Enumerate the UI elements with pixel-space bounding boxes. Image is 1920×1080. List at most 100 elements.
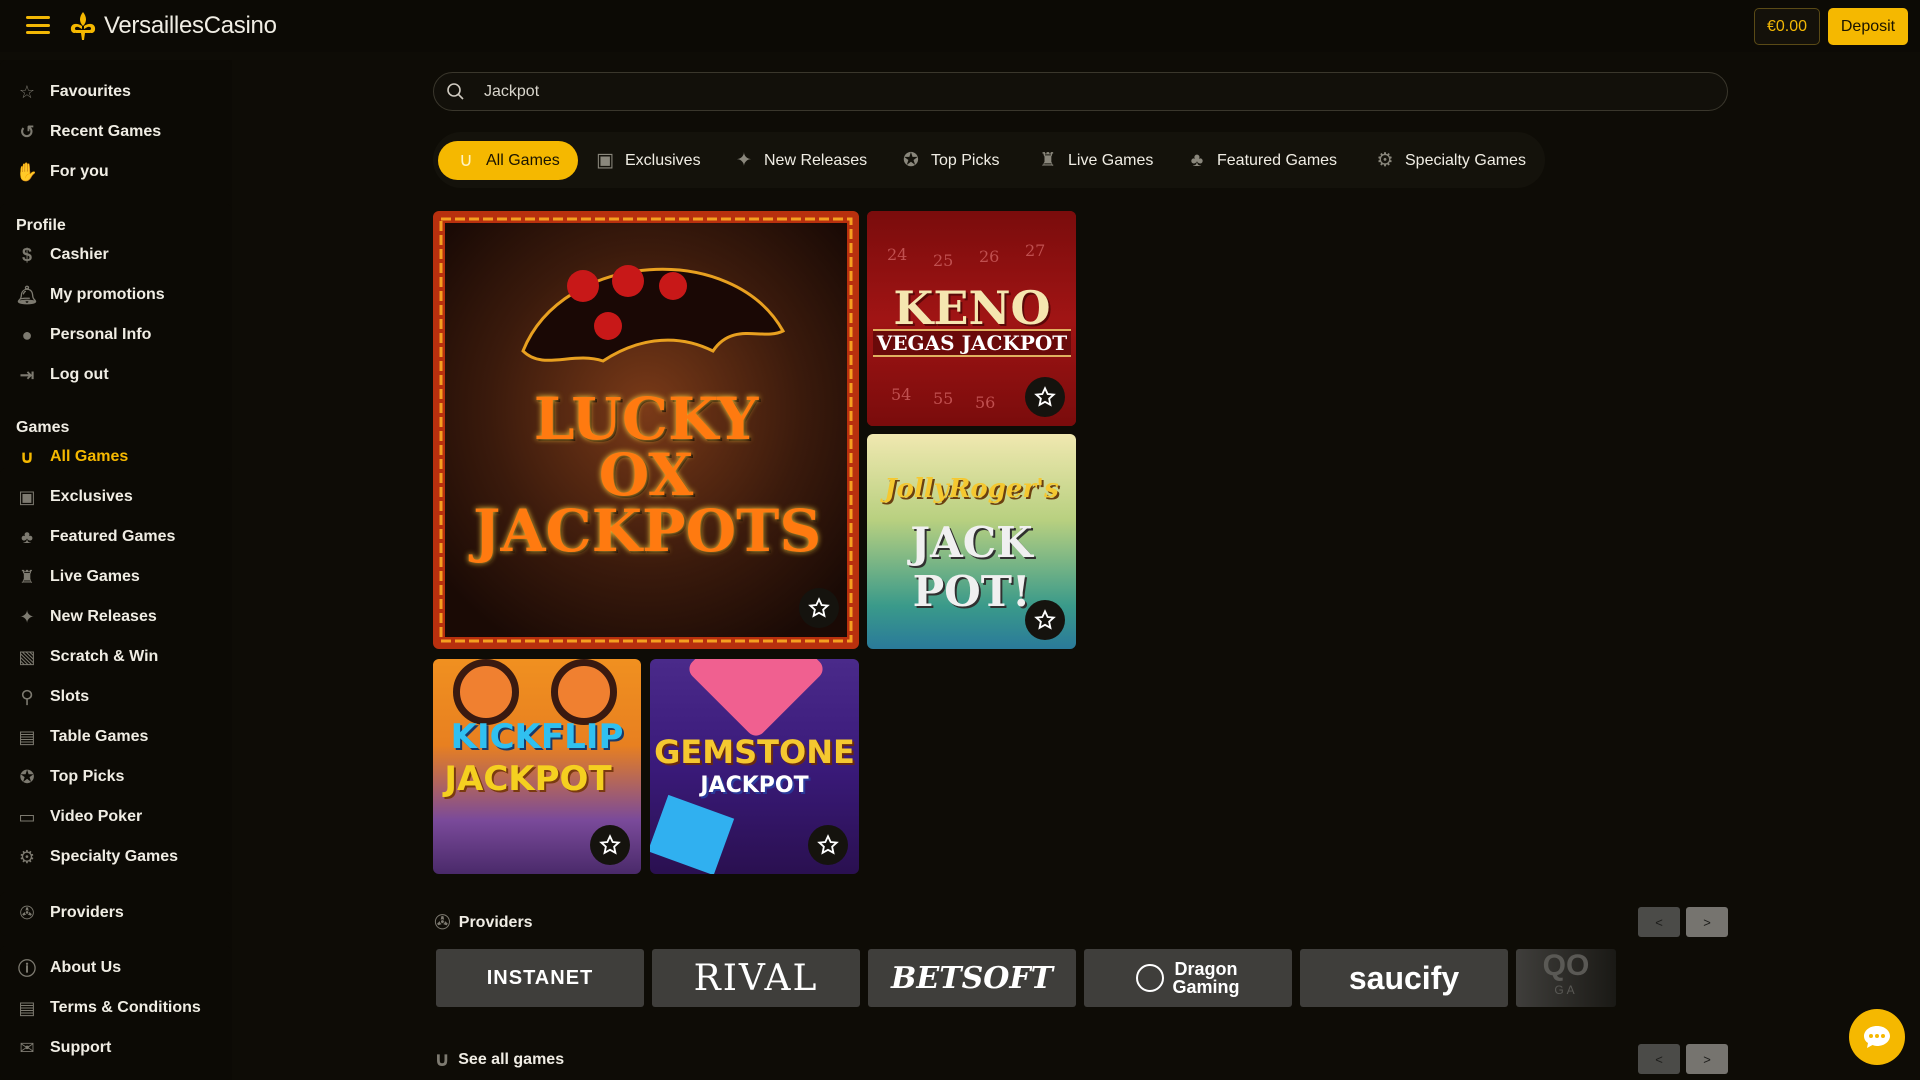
balance-display[interactable]: €0.00	[1754, 8, 1820, 45]
award-icon: ✪	[19, 766, 35, 787]
sidebar-item-label: Featured Games	[50, 528, 176, 545]
sidebar-item-live-games[interactable]: ♜ Live Games	[16, 557, 140, 597]
search-bar[interactable]: Jackpot	[433, 72, 1728, 111]
game-title-art: JollyRoger's	[884, 474, 1059, 504]
video-poker-icon: ▭	[18, 806, 36, 827]
sidebar-item-terms[interactable]: ▤ Terms & Conditions	[16, 988, 201, 1028]
favourite-button[interactable]	[590, 825, 630, 865]
sidebar-item-label: New Releases	[50, 608, 157, 625]
sidebar-item-scratch-win[interactable]: ▧ Scratch & Win	[16, 637, 158, 677]
provider-betsoft[interactable]: BETSOFT	[868, 949, 1076, 1007]
horseshoe-icon: ∪	[434, 1049, 451, 1071]
keno-number: 55	[933, 389, 954, 408]
history-icon: ↺	[19, 121, 35, 142]
sidebar-item-exclusives[interactable]: ▣ Exclusives	[16, 477, 132, 517]
tab-live-games[interactable]: ♜ Live Games	[1038, 141, 1153, 180]
sidebar-item-for-you[interactable]: ✋ For you	[16, 152, 109, 192]
sidebar-item-label: Video Poker	[50, 808, 143, 825]
hand-icon: ✋	[15, 161, 39, 182]
tab-specialty-games[interactable]: ⚙ Specialty Games	[1375, 141, 1525, 180]
deposit-button[interactable]: Deposit	[1828, 8, 1908, 45]
see-all-prev-button[interactable]: <	[1638, 1044, 1680, 1074]
favourite-button[interactable]	[799, 588, 839, 628]
provider-partial[interactable]: QO GA	[1516, 949, 1616, 1007]
scratch-icon: ▧	[18, 646, 36, 667]
keno-number: 26	[979, 247, 1000, 266]
sidebar-item-label: Live Games	[50, 568, 140, 585]
logo[interactable]: VersaillesCasino	[68, 8, 277, 44]
sidebar-item-video-poker[interactable]: ▭ Video Poker	[16, 797, 142, 837]
provider-name-line: GA	[1554, 983, 1578, 997]
see-all-games-title[interactable]: ∪ See all games	[434, 1047, 564, 1072]
keno-number: 27	[1025, 241, 1046, 260]
dollar-icon: $	[21, 244, 32, 265]
favourite-button[interactable]	[1025, 600, 1065, 640]
section-title-text: Providers	[458, 913, 533, 931]
chip-icon: ✇	[19, 902, 35, 923]
providers-prev-button[interactable]: <	[1638, 907, 1680, 937]
game-tile-lucky-ox-jackpots[interactable]: LUCKY OX JACKPOTS	[433, 211, 859, 649]
sidebar-item-label: Table Games	[50, 728, 149, 745]
exclusive-icon: ▣	[596, 150, 614, 171]
sidebar-item-favourites[interactable]: ☆ Favourites	[16, 72, 131, 112]
tab-label: New Releases	[764, 151, 868, 169]
sidebar-item-top-picks[interactable]: ✪ Top Picks	[16, 757, 124, 797]
game-tile-jolly-rogers-jackpot[interactable]: JollyRoger's JACK POT!	[867, 434, 1076, 649]
sidebar-item-my-promotions[interactable]: 🔔︎ My promotions	[16, 275, 165, 315]
chat-icon	[1864, 1026, 1890, 1048]
provider-saucify[interactable]: saucify	[1300, 949, 1508, 1007]
sidebar-item-label: Log out	[50, 366, 109, 383]
sidebar-item-table-games[interactable]: ▤ Table Games	[16, 717, 148, 757]
tab-featured-games[interactable]: ♣ Featured Games	[1187, 141, 1337, 180]
sidebar: ☆ Favourites ↺ Recent Games ✋ For you Pr…	[0, 60, 232, 1080]
menu-icon[interactable]	[26, 16, 50, 34]
sidebar-item-personal-info[interactable]: ● Personal Info	[16, 315, 152, 355]
sidebar-item-about-us[interactable]: ⓘ About Us	[16, 948, 121, 988]
game-tile-kickflip-jackpot[interactable]: KICKFLIP JACKPOT	[433, 659, 641, 874]
sidebar-item-featured-games[interactable]: ♣ Featured Games	[16, 517, 175, 557]
provider-name-line: QO	[1542, 949, 1590, 982]
game-subtitle-art: VEGAS JACKPOT	[873, 329, 1071, 357]
chat-button[interactable]	[1849, 1009, 1905, 1065]
info-icon: ⓘ	[18, 959, 36, 979]
tab-all-games[interactable]: ∪ All Games	[438, 141, 578, 180]
sidebar-item-new-releases[interactable]: ✦ New Releases	[16, 597, 157, 637]
sidebar-item-label: Support	[50, 1039, 112, 1056]
award-icon: ✪	[903, 150, 919, 171]
sidebar-item-slots[interactable]: ⚲ Slots	[16, 677, 89, 717]
sidebar-item-label: All Games	[50, 448, 129, 465]
sidebar-item-all-games[interactable]: ∪ All Games	[16, 437, 129, 477]
provider-rival[interactable]: RIVAL	[652, 949, 860, 1007]
provider-name: saucify	[1348, 959, 1460, 996]
providers-next-button[interactable]: >	[1686, 907, 1728, 937]
game-tile-gemstone-jackpot[interactable]: GEMSTONE JACKPOT	[650, 659, 859, 874]
sidebar-item-recent-games[interactable]: ↺ Recent Games	[16, 112, 161, 152]
gear-icon: ⚙	[18, 846, 36, 867]
chip-icon: ✇	[434, 912, 451, 934]
provider-dragon-gaming[interactable]: Dragon Gaming	[1084, 949, 1292, 1007]
tab-top-picks[interactable]: ✪ Top Picks	[901, 141, 999, 180]
game-title-art: KENO	[893, 281, 1051, 335]
search-input[interactable]: Jackpot	[484, 83, 539, 101]
star-icon	[808, 597, 830, 618]
sidebar-item-support[interactable]: ✉ Support	[16, 1028, 111, 1068]
fleur-de-lis-icon	[70, 12, 96, 40]
sidebar-item-log-out[interactable]: ⇥ Log out	[16, 355, 109, 395]
provider-instanet[interactable]: INSTANET	[436, 949, 644, 1007]
see-all-next-button[interactable]: >	[1686, 1044, 1728, 1074]
sidebar-item-providers[interactable]: ✇ Providers	[16, 893, 123, 933]
sidebar-item-specialty-games[interactable]: ⚙ Specialty Games	[16, 837, 178, 877]
tab-exclusives[interactable]: ▣ Exclusives	[595, 141, 701, 180]
exclusive-icon: ▣	[18, 486, 36, 507]
sidebar-item-label: Terms & Conditions	[50, 999, 201, 1016]
user-icon: ●	[21, 324, 33, 345]
tab-new-releases[interactable]: ✦ New Releases	[734, 141, 867, 180]
game-tile-keno-vegas-jackpot[interactable]: 24 25 26 27 54 55 56 KENO VEGAS JACKPOT	[867, 211, 1076, 426]
logout-icon: ⇥	[19, 364, 35, 385]
sidebar-item-cashier[interactable]: $ Cashier	[16, 235, 109, 275]
sidebar-item-label: Recent Games	[50, 123, 162, 140]
tab-label: Top Picks	[931, 151, 1000, 169]
favourite-button[interactable]	[808, 825, 848, 865]
favourite-button[interactable]	[1025, 377, 1065, 417]
keno-number: 25	[933, 251, 954, 270]
